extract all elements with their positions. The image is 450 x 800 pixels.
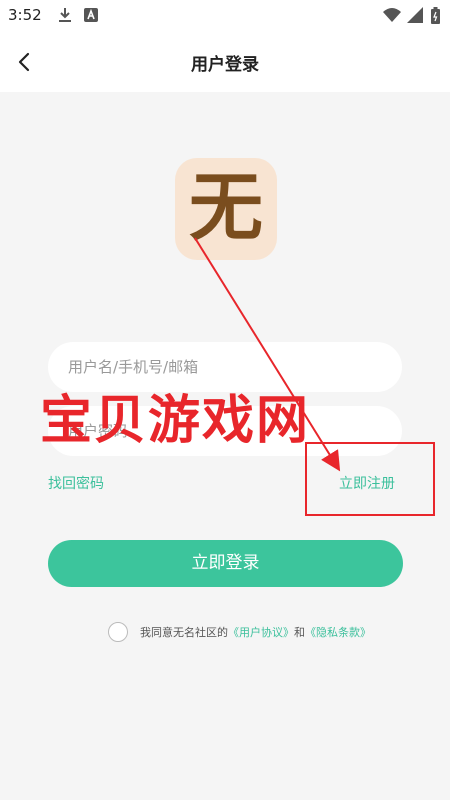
annotation-highlight-box (305, 442, 435, 516)
watermark-text: 宝贝游戏网 (40, 391, 311, 451)
